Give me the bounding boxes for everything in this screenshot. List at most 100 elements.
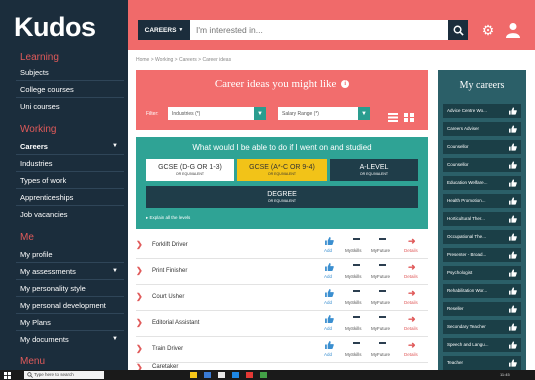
store-icon[interactable] (218, 372, 225, 378)
career-row[interactable]: ❯ Caretaker (136, 363, 428, 370)
career-title[interactable]: Court Usher (152, 294, 184, 300)
sidebar-item-my-plans[interactable]: My Plans (20, 318, 124, 327)
my-career-item[interactable]: Health Promotion... (443, 194, 521, 208)
thumbs-up-icon[interactable] (325, 237, 334, 245)
my-career-item[interactable]: Presenter - Broad... (443, 248, 521, 262)
breadcrumb[interactable]: Home > Working > Careers > Career ideas (136, 57, 231, 63)
sidebar-item-apprenticeships[interactable]: Apprenticeships (20, 193, 124, 202)
add-label[interactable]: Add (324, 248, 332, 253)
sidebar-item-my-personal-development[interactable]: My personal development (20, 301, 124, 310)
app-icon[interactable] (260, 372, 267, 378)
arrow-right-icon[interactable]: ➜ (408, 314, 416, 325)
explain-levels-link[interactable]: ▸ Explain all the levels (146, 215, 190, 221)
file-explorer-icon[interactable] (190, 372, 197, 378)
thumbs-up-icon[interactable] (509, 179, 517, 187)
info-icon[interactable]: i (341, 80, 350, 89)
thumbs-up-icon[interactable] (509, 323, 517, 331)
search-input[interactable] (190, 20, 448, 40)
career-row[interactable]: ❯ Print Finisher Add MySkills MyFuture ➜… (136, 259, 428, 285)
my-career-item[interactable]: Secondary Teacher (443, 320, 521, 334)
my-career-item[interactable]: Careers Adviser (443, 122, 521, 136)
career-title[interactable]: Editorial Assistant (152, 320, 199, 326)
arrow-right-icon[interactable]: ➜ (408, 288, 416, 299)
sidebar-item-my-documents[interactable]: My documents ▼ (20, 335, 124, 344)
thumbs-up-icon[interactable] (509, 143, 517, 151)
career-row[interactable]: ❯ Train Driver Add MySkills MyFuture ➜ D… (136, 337, 428, 363)
thumbs-up-icon[interactable] (509, 341, 517, 349)
thumbs-up-icon[interactable] (509, 359, 517, 367)
my-career-item[interactable]: Rehabilitation Wor... (443, 284, 521, 298)
search-button[interactable] (448, 20, 468, 40)
career-title[interactable]: Print Finisher (152, 268, 187, 274)
my-career-item[interactable]: Counsellor (443, 140, 521, 154)
thumbs-up-icon[interactable] (325, 289, 334, 297)
details-link[interactable]: Details (404, 326, 418, 331)
grid-view-button[interactable] (404, 109, 414, 122)
career-title[interactable]: Train Driver (152, 346, 183, 352)
thumbs-up-icon[interactable] (509, 251, 517, 259)
career-row[interactable]: ❯ Forklift Driver Add MySkills MyFuture … (136, 233, 428, 259)
sidebar-item-types-of-work[interactable]: Types of work (20, 176, 124, 185)
my-career-item[interactable]: Teacher (443, 356, 521, 370)
sidebar-item-careers[interactable]: Careers ▼ (20, 142, 124, 151)
sidebar-section-menu[interactable]: Menu (20, 356, 45, 367)
sidebar-item-job-vacancies[interactable]: Job vacancies (20, 210, 124, 219)
arrow-right-icon[interactable]: ➜ (408, 236, 416, 247)
details-link[interactable]: Details (404, 274, 418, 279)
profile-button[interactable] (504, 21, 522, 39)
mail-icon[interactable] (232, 372, 239, 378)
sidebar-item-my-personality-style[interactable]: My personality style (20, 284, 124, 293)
my-career-item[interactable]: Advice Centre Wo... (443, 104, 521, 118)
thumbs-up-icon[interactable] (509, 305, 517, 313)
add-label[interactable]: Add (324, 326, 332, 331)
sidebar-item-my-assessments[interactable]: My assessments ▼ (20, 267, 124, 276)
kudos-logo[interactable]: Kudos (14, 12, 96, 43)
industries-select[interactable]: Industries (*) ▼ (168, 107, 266, 120)
add-label[interactable]: Add (324, 352, 332, 357)
thumbs-up-icon[interactable] (509, 107, 517, 115)
career-title[interactable]: Forklift Driver (152, 242, 188, 248)
career-row[interactable]: ❯ Court Usher Add MySkills MyFuture ➜ De… (136, 285, 428, 311)
thumbs-up-icon[interactable] (325, 315, 334, 323)
my-career-item[interactable]: Speech and Langu... (443, 338, 521, 352)
sidebar-item-subjects[interactable]: Subjects (20, 68, 124, 77)
salary-range-select[interactable]: Salary Range (*) ▼ (278, 107, 370, 120)
qualification-a-level[interactable]: A-LEVEL OR EQUIVALENT (330, 159, 418, 181)
my-career-item[interactable]: Horticultural Ther... (443, 212, 521, 226)
thumbs-up-icon[interactable] (325, 341, 334, 349)
my-career-item[interactable]: Counsellor (443, 158, 521, 172)
details-link[interactable]: Details (404, 300, 418, 305)
system-clock[interactable]: 11:45 (500, 372, 510, 377)
qualification-degree[interactable]: DEGREE OR EQUIVALENT (146, 186, 418, 208)
thumbs-up-icon[interactable] (509, 215, 517, 223)
career-row[interactable]: ❯ Editorial Assistant Add MySkills MyFut… (136, 311, 428, 337)
sidebar-item-college-courses[interactable]: College courses (20, 85, 124, 94)
list-view-button[interactable] (388, 109, 398, 122)
sidebar-item-uni-courses[interactable]: Uni courses (20, 102, 124, 111)
add-label[interactable]: Add (324, 300, 332, 305)
details-link[interactable]: Details (404, 352, 418, 357)
arrow-right-icon[interactable]: ➜ (408, 262, 416, 273)
thumbs-up-icon[interactable] (509, 233, 517, 241)
browser-icon[interactable] (204, 372, 211, 378)
thumbs-up-icon[interactable] (509, 197, 517, 205)
my-career-item[interactable]: Education Welfare... (443, 176, 521, 190)
sidebar-item-my-profile[interactable]: My profile (20, 250, 124, 259)
taskbar-search[interactable]: Type here to search (24, 371, 104, 379)
settings-button[interactable]: ⚙ (480, 22, 496, 38)
my-career-item[interactable]: Reseller (443, 302, 521, 316)
qualification-gcse-d-g[interactable]: GCSE (D-G OR 1-3) OR EQUIVALENT (146, 159, 234, 181)
my-career-item[interactable]: Psychologist (443, 266, 521, 280)
qualification-gcse-a-c[interactable]: GCSE (A*-C OR 9-4) OR EQUIVALENT (237, 159, 327, 181)
thumbs-up-icon[interactable] (509, 287, 517, 295)
thumbs-up-icon[interactable] (509, 161, 517, 169)
arrow-right-icon[interactable]: ➜ (408, 340, 416, 351)
windows-start-icon[interactable] (4, 372, 11, 379)
careers-dropdown[interactable]: CAREERS ▼ (138, 20, 190, 40)
app-icon[interactable] (246, 372, 253, 378)
thumbs-up-icon[interactable] (509, 269, 517, 277)
my-career-item[interactable]: Occupational The... (443, 230, 521, 244)
details-link[interactable]: Details (404, 248, 418, 253)
sidebar-item-industries[interactable]: Industries (20, 159, 124, 168)
thumbs-up-icon[interactable] (509, 125, 517, 133)
